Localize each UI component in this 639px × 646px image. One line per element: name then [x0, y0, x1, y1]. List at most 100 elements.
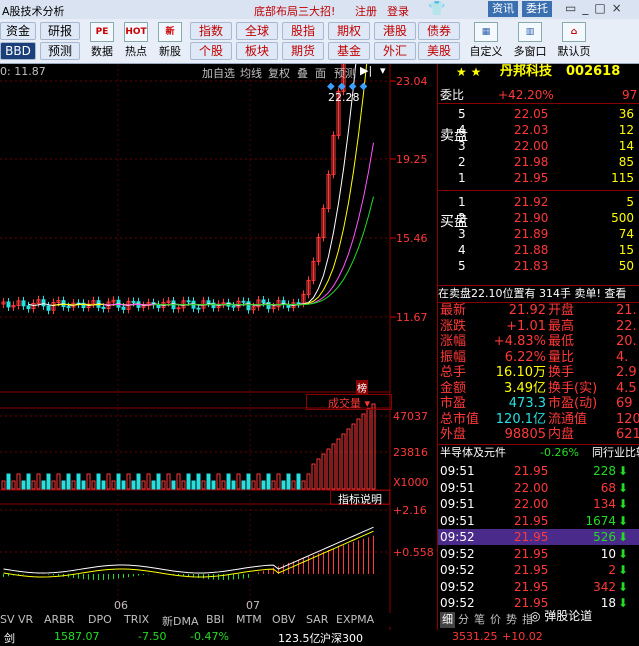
buy-level-row[interactable]: 5 21.83 50	[438, 258, 639, 274]
sector-compare-tab[interactable]: 同行业比较	[592, 445, 639, 461]
tshirt-icon[interactable]: 👕	[428, 1, 445, 17]
tick-row[interactable]: 09:51 21.95 1674 ⬇	[438, 513, 639, 529]
sector-change: -0.26%	[540, 446, 579, 459]
promo-link[interactable]: 底部布局三大招!	[254, 3, 335, 19]
tick-row[interactable]: 09:52 21.95 2 ⬇	[438, 562, 639, 578]
menu-ma[interactable]: 均线	[240, 65, 262, 81]
sell-volume: 14	[618, 139, 634, 153]
tab-expma[interactable]: EXPMA	[336, 613, 374, 626]
buy-level-row[interactable]: 4 21.88 15	[438, 242, 639, 258]
sector-name[interactable]: 半导体及元件	[440, 445, 506, 461]
tab-sar[interactable]: SAR	[306, 613, 328, 626]
toolbar-gegu[interactable]: 个股	[190, 42, 232, 60]
weibi-label: 委比	[440, 88, 465, 102]
candle-body	[186, 300, 191, 303]
volume-bar	[186, 473, 191, 490]
window-controls[interactable]: ▭_□×	[565, 1, 628, 15]
volume-bar	[21, 480, 26, 490]
toolbar-bankuai[interactable]: 板块	[236, 42, 278, 60]
register-link[interactable]: 注册	[355, 3, 377, 19]
tick-row[interactable]: 09:51 22.00 68 ⬇	[438, 480, 639, 496]
login-link[interactable]: 登录	[387, 3, 409, 19]
tick-row[interactable]: 09:52 21.95 342 ⬇	[438, 579, 639, 595]
app-title: A股技术分析	[2, 5, 65, 18]
menu-forecast[interactable]: 预测	[334, 65, 356, 81]
tab-zhi[interactable]: 指	[522, 612, 533, 628]
toolbar-qihuo[interactable]: 期货	[282, 42, 324, 60]
toolbar-yuce[interactable]: 预测	[40, 42, 80, 60]
tab-bbi[interactable]: BBI	[206, 613, 224, 626]
toolbar-guzhi[interactable]: 股指	[282, 22, 324, 40]
toolbar-bbd[interactable]: BBD	[0, 42, 36, 60]
tab-mtm[interactable]: MTM	[236, 613, 262, 626]
toolbar-custom[interactable]: ▦ 自定义	[466, 22, 506, 59]
toolbar-qiquan[interactable]: 期权	[328, 22, 370, 40]
price-axis-1: 23.04	[396, 75, 428, 88]
volume-bar	[96, 473, 101, 490]
tab-vr[interactable]: VR	[18, 613, 33, 626]
indicator-help[interactable]: 指标说明	[330, 490, 390, 506]
sell-level-row[interactable]: 3 22.00 14	[438, 138, 639, 154]
kline-chart[interactable]: 0: 11.87 加自选 均线 复权 叠 面 预测 ▶| ▾ ◆ ◆ ◆ ◆ 2…	[0, 64, 437, 643]
tick-row[interactable]: 09:51 22.00 134 ⬇	[438, 496, 639, 512]
tab-newdma[interactable]: 新DMA	[162, 613, 199, 629]
big-order-notice[interactable]: 在卖盘22.10位置有 314手 卖单! 查看	[438, 285, 639, 303]
menu-overlay[interactable]: 叠	[297, 65, 308, 81]
star-icon[interactable]: ★ ★	[456, 64, 481, 80]
stat-value-2: 621	[616, 427, 639, 442]
toolbar-yanbao[interactable]: 研报	[40, 22, 80, 40]
toolbar-zhishu[interactable]: 指数	[190, 22, 232, 40]
toolbar-zhaiquan[interactable]: 债券	[418, 22, 460, 40]
tab-obv[interactable]: OBV	[272, 613, 295, 626]
toolbar-waihui[interactable]: 外汇	[374, 42, 416, 60]
stat-key-2: 开盘	[548, 303, 575, 318]
toolbar-multiwindow[interactable]: ▥ 多窗口	[508, 22, 552, 59]
buy-level-row[interactable]: 3 21.89 74	[438, 226, 639, 242]
tab-jia[interactable]: 价	[490, 612, 501, 628]
toolbar-default[interactable]: ⌂ 默认页	[552, 22, 596, 59]
stat-value-2: 2.9	[616, 365, 637, 380]
news-button[interactable]: 资讯	[488, 1, 518, 17]
tick-volume: 68	[600, 480, 616, 495]
tab-dpo[interactable]: DPO	[88, 613, 112, 626]
status-index-name[interactable]: 沪深300	[320, 630, 363, 646]
buy-level-row[interactable]: 2 21.90 500	[438, 210, 639, 226]
tab-trix[interactable]: TRIX	[124, 613, 149, 626]
volume-title[interactable]: 成交量 ▾	[306, 394, 392, 410]
windows-icon: ▥	[518, 22, 542, 42]
tick-row[interactable]: 09:51 21.95 228 ⬇	[438, 463, 639, 479]
tick-price: 21.95	[514, 513, 549, 528]
sell-level-row[interactable]: 2 21.98 85	[438, 154, 639, 170]
sell-level: 5	[458, 107, 466, 121]
tab-shi[interactable]: 势	[506, 612, 517, 628]
toolbar-jijin[interactable]: 基金	[328, 42, 370, 60]
volume-bar	[76, 473, 81, 490]
expand-icon[interactable]: ▶|	[360, 64, 372, 77]
menu-add-watch[interactable]: 加自选	[202, 65, 235, 81]
volume-bar	[121, 480, 126, 490]
toolbar-quanqiu[interactable]: 全球	[236, 22, 278, 40]
sell-level-row[interactable]: 5 22.05 36	[438, 106, 639, 122]
buy-level-row[interactable]: 1 21.92 5	[438, 194, 639, 210]
sell-level-row[interactable]: 1 21.95 115	[438, 170, 639, 186]
menu-adjust[interactable]: 复权	[268, 65, 290, 81]
menu-face[interactable]: 面	[315, 65, 326, 81]
toolbar-zijin[interactable]: 资金	[0, 22, 36, 40]
tick-row[interactable]: 09:52 21.95 526 ⬇	[438, 529, 639, 545]
tick-row[interactable]: 09:52 21.95 10 ⬇	[438, 546, 639, 562]
sell-level-row[interactable]: 4 22.03 12	[438, 122, 639, 138]
toolbar-ipo[interactable]: 新 新股	[154, 22, 186, 59]
toolbar-ganggu[interactable]: 港股	[374, 22, 416, 40]
toolbar-hot[interactable]: HOT 热点	[120, 22, 152, 59]
tab-arbr[interactable]: ARBR	[44, 613, 74, 626]
tab-sv[interactable]: SV	[0, 613, 15, 626]
tab-fen[interactable]: 分	[458, 612, 469, 628]
tab-bi[interactable]: 笔	[474, 612, 485, 628]
rank-badge[interactable]: 榜	[356, 380, 368, 395]
toolbar-meigu[interactable]: 美股	[418, 42, 460, 60]
menu-more-icon[interactable]: ▾	[380, 64, 386, 77]
tab-detail[interactable]: 细	[440, 612, 455, 628]
trade-button[interactable]: 委托	[522, 1, 552, 17]
candle-body	[231, 305, 236, 308]
toolbar-data[interactable]: PE 数据	[86, 22, 118, 59]
